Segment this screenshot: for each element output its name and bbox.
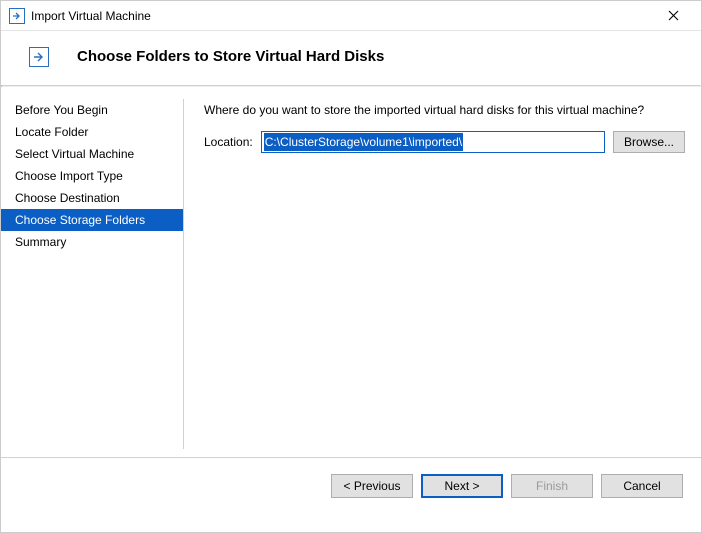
next-button[interactable]: Next > [421,474,503,498]
wizard-header: Choose Folders to Store Virtual Hard Dis… [1,31,701,85]
close-button[interactable] [653,2,693,30]
page-title: Choose Folders to Store Virtual Hard Dis… [77,48,384,65]
previous-button[interactable]: < Previous [331,474,413,498]
step-storage-folders[interactable]: Choose Storage Folders [1,209,183,231]
finish-button[interactable]: Finish [511,474,593,498]
cancel-button[interactable]: Cancel [601,474,683,498]
browse-button[interactable]: Browse... [613,131,685,153]
wizard-sidebar: Before You Begin Locate Folder Select Vi… [1,87,183,457]
import-icon [9,8,25,24]
wizard-main: Where do you want to store the imported … [184,87,701,457]
titlebar: Import Virtual Machine [1,1,701,31]
import-icon [29,47,49,67]
prompt-text: Where do you want to store the imported … [204,103,685,117]
step-select-vm[interactable]: Select Virtual Machine [1,143,183,165]
location-label: Location: [204,135,253,149]
wizard-footer: < Previous Next > Finish Cancel [1,457,701,513]
step-destination[interactable]: Choose Destination [1,187,183,209]
step-before-you-begin[interactable]: Before You Begin [1,99,183,121]
location-value: C:\ClusterStorage\volume1\imported\ [264,133,463,151]
step-import-type[interactable]: Choose Import Type [1,165,183,187]
window-title: Import Virtual Machine [31,9,653,23]
location-input[interactable]: C:\ClusterStorage\volume1\imported\ [261,131,605,153]
step-locate-folder[interactable]: Locate Folder [1,121,183,143]
step-summary[interactable]: Summary [1,231,183,253]
